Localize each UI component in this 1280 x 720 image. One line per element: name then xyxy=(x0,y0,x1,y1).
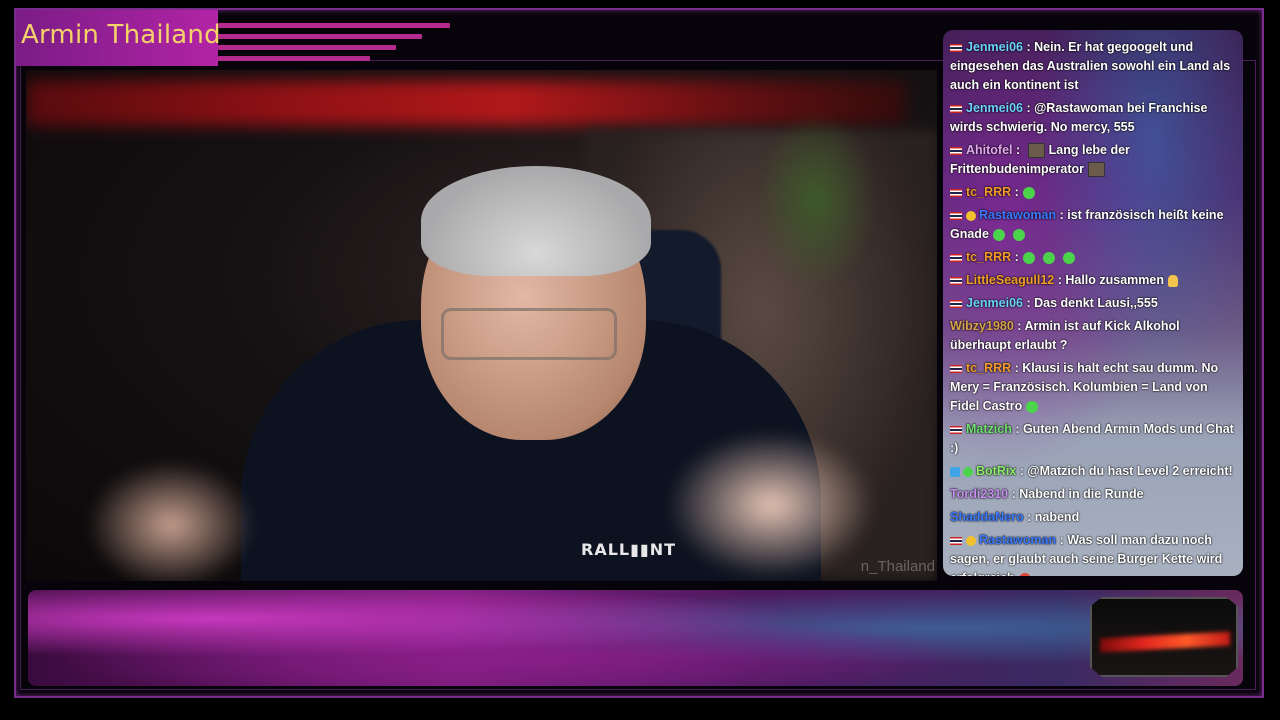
chat-message: BotRix : @Matzich du hast Level 2 erreic… xyxy=(950,462,1237,481)
pepe-emote-icon xyxy=(1022,251,1035,264)
mini-camera-preview[interactable] xyxy=(1090,597,1238,677)
chat-panel[interactable]: Jenmei06 : Nein. Er hat gegoogelt und ei… xyxy=(943,30,1243,576)
decor-stripe xyxy=(218,34,422,39)
chat-username[interactable]: LittleSeagull12 xyxy=(966,273,1054,287)
pepe-emote-icon xyxy=(992,228,1005,241)
chat-username[interactable]: Wibzy1980 xyxy=(950,319,1014,333)
chat-message: tc_RRR : xyxy=(950,183,1237,202)
left-hand-blur xyxy=(86,460,256,581)
webcam-video[interactable]: RALL▮▮NT n_Thailand xyxy=(26,70,937,581)
chat-message: tc_RRR : xyxy=(950,248,1237,267)
chat-username[interactable]: Ahitofel xyxy=(966,143,1013,157)
moderator-badge-icon xyxy=(966,535,976,546)
chat-text: : xyxy=(1014,185,1019,199)
chat-message: Jenmei06 : Nein. Er hat gegoogelt und ei… xyxy=(950,38,1237,95)
pepe-emote-icon xyxy=(1022,186,1035,199)
pepe-emote-icon xyxy=(1062,251,1075,264)
chat-username[interactable]: Tordi2310 xyxy=(950,487,1008,501)
flag-icon xyxy=(950,299,962,308)
chat-username[interactable]: Matzich xyxy=(966,422,1012,436)
chat-text: : nabend xyxy=(1027,510,1080,524)
fries-emote-icon xyxy=(1088,162,1106,178)
chat-text: : xyxy=(1014,250,1019,264)
chat-text: : xyxy=(1016,143,1024,157)
pepe-emote-icon xyxy=(1012,228,1025,241)
background-plant xyxy=(756,110,876,290)
flag-icon xyxy=(950,43,962,52)
chat-text: : Hallo zusammen xyxy=(1057,273,1164,287)
moderator-badge-icon xyxy=(966,210,976,221)
flag-icon xyxy=(950,211,962,220)
chat-message: Rastawoman : Was soll man dazu noch sage… xyxy=(950,531,1237,576)
chat-text: : Das denkt Lausi,,555 xyxy=(1026,296,1158,310)
pepe-emote-icon xyxy=(1042,251,1055,264)
chat-username[interactable]: Jenmei06 xyxy=(966,101,1023,115)
glasses xyxy=(441,308,617,360)
pepe-emote-icon xyxy=(1026,400,1039,413)
chat-username[interactable]: Rastawoman xyxy=(979,208,1056,222)
flag-icon xyxy=(950,536,962,545)
flag-icon xyxy=(950,104,962,113)
shirt-logo: RALL▮▮NT xyxy=(581,540,677,559)
chat-text: : Nabend in die Runde xyxy=(1011,487,1144,501)
fries-emote-icon xyxy=(1027,143,1045,159)
decor-stripe xyxy=(218,45,396,50)
flag-icon xyxy=(950,364,962,373)
bottom-banner xyxy=(28,590,1243,686)
channel-title: Armin Thailand xyxy=(21,20,221,50)
pray-emote-icon xyxy=(1168,274,1178,287)
right-hand-blur xyxy=(666,430,876,580)
chat-message: Jenmei06 : Das denkt Lausi,,555 xyxy=(950,294,1237,313)
flag-icon xyxy=(950,146,962,155)
chat-username[interactable]: ShaddaNero xyxy=(950,510,1024,524)
chat-username[interactable]: Rastawoman xyxy=(979,533,1056,547)
decor-stripe xyxy=(218,23,450,28)
chat-message: ShaddaNero : nabend xyxy=(950,508,1237,527)
streamer-hair xyxy=(421,166,651,276)
chat-username[interactable]: tc_RRR xyxy=(966,185,1011,199)
laugh-emote-icon xyxy=(1018,572,1031,576)
chat-message: LittleSeagull12 : Hallo zusammen xyxy=(950,271,1237,290)
chat-username[interactable]: Jenmei06 xyxy=(966,296,1023,310)
chat-username[interactable]: Jenmei06 xyxy=(966,40,1023,54)
chat-message: tc_RRR : Klausi is halt echt sau dumm. N… xyxy=(950,359,1237,416)
chat-message: Wibzy1980 : Armin ist auf Kick Alkohol ü… xyxy=(950,317,1237,355)
flag-icon xyxy=(950,188,962,197)
chat-message: Jenmei06 : @Rastawoman bei Franchise wir… xyxy=(950,99,1237,137)
chat-message: Rastawoman : ist französisch heißt keine… xyxy=(950,206,1237,244)
chat-message: Ahitofel : Lang lebe der Frittenbudenimp… xyxy=(950,141,1237,179)
flag-icon xyxy=(950,276,962,285)
chat-message: Tordi2310 : Nabend in die Runde xyxy=(950,485,1237,504)
chat-username[interactable]: tc_RRR xyxy=(966,250,1011,264)
decor-stripe xyxy=(218,56,370,61)
chat-message: Matzich : Guten Abend Armin Mods und Cha… xyxy=(950,420,1237,458)
video-watermark: n_Thailand xyxy=(860,558,935,575)
chat-username[interactable]: tc_RRR xyxy=(966,361,1011,375)
verified-badge-icon xyxy=(963,466,973,477)
chat-text: : @Matzich du hast Level 2 erreicht! xyxy=(1019,464,1233,478)
flag-icon xyxy=(950,253,962,262)
bot-badge-icon xyxy=(950,466,960,477)
flag-icon xyxy=(950,425,962,434)
chat-username[interactable]: BotRix xyxy=(976,464,1016,478)
mini-cam-red-light xyxy=(1100,631,1230,653)
